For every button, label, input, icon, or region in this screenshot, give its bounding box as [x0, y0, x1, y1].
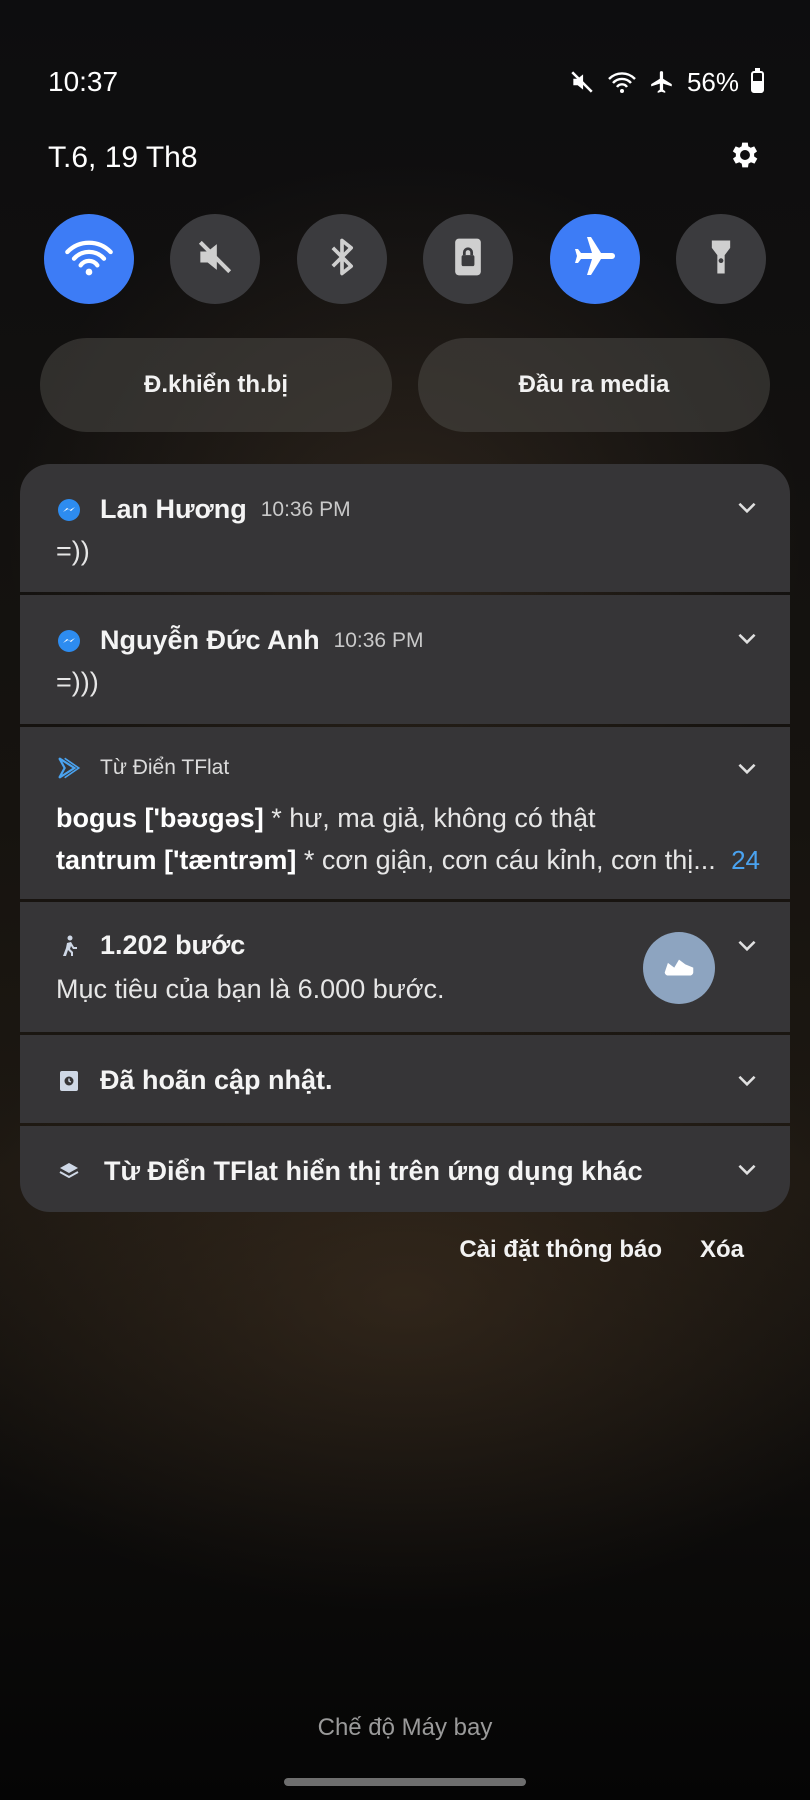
tflat-icon: [56, 755, 82, 781]
notification-time: 10:36 PM: [260, 497, 351, 521]
dictionary-word-2: tantrum ['tæntrəm]: [56, 845, 297, 875]
status-time: 10:37: [48, 66, 119, 97]
clear-all-button[interactable]: Xóa: [700, 1236, 744, 1264]
chevron-down-icon[interactable]: [734, 1156, 760, 1182]
chevron-down-icon[interactable]: [734, 625, 760, 651]
airplane-icon: [571, 233, 619, 286]
wifi-icon: [64, 236, 114, 283]
bluetooth-icon: [320, 235, 364, 284]
rotation-lock-toggle[interactable]: [423, 214, 514, 304]
mute-icon: [193, 235, 237, 284]
notification-settings-button[interactable]: Cài đặt thông báo: [459, 1236, 662, 1264]
shoe-icon: [660, 947, 698, 990]
layers-icon: [56, 1159, 82, 1185]
dictionary-line-1: bogus ['bəʊgəs] * hư, ma giả, không có t…: [56, 803, 595, 834]
wifi-status-icon: [607, 69, 637, 95]
gear-icon[interactable]: [728, 138, 762, 177]
notification-title: Nguyễn Đức Anh: [100, 625, 320, 655]
flashlight-icon: [699, 235, 743, 284]
notification-body: Mục tiêu của bạn là 6.000 bước.: [56, 974, 445, 1004]
notification-time: 10:36 PM: [333, 628, 424, 652]
notification-title: Từ Điển TFlat hiển thị trên ứng dụng khá…: [104, 1156, 643, 1186]
airplane-toggle[interactable]: [549, 214, 640, 304]
status-bar: 10:37 56%: [48, 64, 764, 100]
notification-title: Đã hoãn cập nhật.: [100, 1065, 333, 1095]
lock-icon: [446, 235, 490, 284]
shoe-action-button[interactable]: [643, 932, 715, 1004]
status-icons: 56%: [569, 67, 764, 98]
notification-overlay[interactable]: Từ Điển TFlat hiển thị trên ứng dụng khá…: [20, 1126, 790, 1212]
chevron-down-icon[interactable]: [734, 932, 760, 958]
mute-icon: [569, 69, 595, 95]
notification-count-badge: 24: [731, 845, 760, 875]
chevron-down-icon[interactable]: [734, 1067, 760, 1093]
notification-title: Lan Hương: [100, 494, 247, 524]
walking-icon: [56, 933, 82, 959]
airplane-mode-label: Chế độ Máy bay: [317, 1714, 493, 1741]
media-output-button[interactable]: Đầu ra media: [418, 338, 770, 432]
chevron-down-icon[interactable]: [734, 494, 760, 520]
update-icon: [56, 1068, 82, 1094]
battery-level-fill: [753, 80, 762, 91]
notification-steps[interactable]: 1.202 bước Mục tiêu của bạn là 6.000 bướ…: [20, 902, 790, 1032]
pill-row: Đ.khiển th.bị Đầu ra media: [40, 338, 770, 432]
flashlight-toggle[interactable]: [675, 214, 766, 304]
notification-title: 1.202 bước: [100, 930, 246, 960]
notification-tflat[interactable]: Từ Điển TFlat bogus ['bəʊgəs] * hư, ma g…: [20, 727, 790, 899]
battery-icon: [751, 68, 764, 93]
notification-stack: Lan Hương 10:36 PM =)) Nguyễn Đức Anh 10…: [20, 464, 790, 1212]
notification-lan-huong[interactable]: Lan Hương 10:36 PM =)): [20, 464, 790, 592]
notification-nguyen-duc-anh[interactable]: Nguyễn Đức Anh 10:36 PM =))): [20, 595, 790, 724]
chevron-down-icon[interactable]: [734, 755, 760, 781]
notification-actions: Cài đặt thông báo Xóa: [459, 1236, 744, 1264]
quick-settings: [44, 214, 766, 304]
home-indicator[interactable]: [284, 1778, 526, 1786]
messenger-icon: [56, 628, 82, 654]
dictionary-def-1: * hư, ma giả, không có thật: [263, 803, 596, 833]
airplane-status-icon: [649, 69, 675, 95]
battery-percent: 56%: [686, 66, 739, 97]
wifi-toggle[interactable]: [44, 214, 134, 304]
dictionary-word-1: bogus ['bəʊgəs]: [56, 803, 264, 833]
date-row: T.6, 19 Th8: [48, 138, 762, 177]
dictionary-def-2: * cơn giận, cơn cáu kỉnh, cơn thị...: [296, 845, 716, 875]
dictionary-line-2: tantrum ['tæntrəm] * cơn giận, cơn cáu k…: [56, 845, 716, 876]
notification-update-postponed[interactable]: Đã hoãn cập nhật.: [20, 1035, 790, 1123]
notification-app-name: Từ Điển TFlat: [100, 756, 230, 779]
sound-toggle[interactable]: [170, 214, 261, 304]
date-text: T.6, 19 Th8: [48, 140, 198, 174]
notification-body: =)): [56, 536, 90, 566]
messenger-icon: [56, 497, 82, 523]
device-control-button[interactable]: Đ.khiển th.bị: [40, 338, 392, 432]
bluetooth-toggle[interactable]: [296, 214, 387, 304]
notification-body: =))): [56, 667, 99, 697]
